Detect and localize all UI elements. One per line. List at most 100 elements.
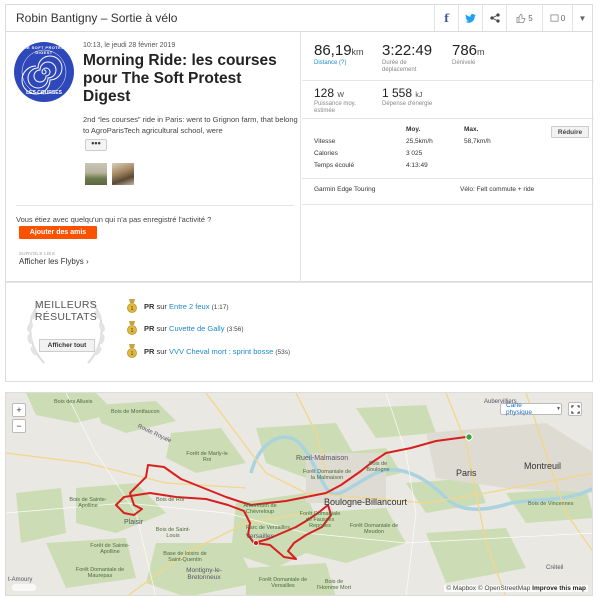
- elevation-unit: m: [477, 47, 485, 57]
- segment-time: (1:17): [211, 303, 229, 311]
- power-label: Puissance moy. estimée: [314, 101, 356, 114]
- show-flybys-link[interactable]: Afficher les Flybys ›: [19, 257, 89, 266]
- segment-time: (3:56): [226, 325, 244, 333]
- divider: [302, 80, 594, 81]
- zoom-in-button[interactable]: +: [12, 403, 26, 417]
- energy-label: Dépense d'énergie: [382, 101, 433, 107]
- stat-moving-time: 3:22:49 Durée de déplacement: [382, 42, 442, 74]
- activity-panel: THE SOFT PROTEST DIGEST LES COURSES 10:1…: [5, 32, 594, 282]
- stats-row-avg: 25,5km/h: [406, 138, 433, 145]
- comment-icon: [550, 13, 559, 22]
- badge-top-text: THE SOFT PROTEST DIGEST: [20, 45, 68, 55]
- energy-unit: kJ: [415, 92, 423, 99]
- pr-item: 1 PR sur Cuvette de Gally (3:56): [126, 321, 244, 335]
- share-button[interactable]: [482, 5, 506, 31]
- photo-thumbnail[interactable]: [85, 163, 107, 185]
- divider: [302, 178, 594, 179]
- segment-link[interactable]: Entre 2 feux: [169, 302, 209, 311]
- energy-value: 1 558: [382, 86, 413, 100]
- map-label-bois-vincennes: Bois de Vincennes: [528, 501, 574, 507]
- add-friends-button[interactable]: Ajouter des amis: [19, 226, 97, 239]
- flyby-caption: SURVOLS LIES: [19, 251, 56, 256]
- stat-distance: 86,19km Distance (?): [314, 42, 364, 67]
- map-label-bois-st-louis: Bois de Saint-Louis: [155, 527, 191, 539]
- distance-label[interactable]: Distance (?): [314, 60, 364, 67]
- map-label-bois-homme-mort: Bois de l'Homme Mort: [316, 579, 352, 591]
- activity-description: 2nd “les courses” ride in Paris: went to…: [83, 115, 298, 135]
- mapbox-attribution-link[interactable]: © Mapbox: [446, 585, 476, 592]
- power-unit: W: [337, 92, 344, 99]
- club-badge-logo: THE SOFT PROTEST DIGEST LES COURSES: [14, 42, 74, 102]
- map-label-bois-st-apolline: Bois de Sainte-Apolline: [69, 497, 107, 509]
- stat-energy: 1 558 kJ Dépense d'énergie: [382, 86, 442, 108]
- pr-label: PR: [144, 323, 155, 333]
- moving-time-label: Durée de déplacement: [382, 60, 417, 73]
- missing-friends-question: Vous étiez avec quelqu'un qui n'a pas en…: [16, 215, 212, 224]
- power-value: 128: [314, 86, 335, 100]
- stats-row-label: Calories: [314, 150, 338, 157]
- zoom-out-button[interactable]: −: [12, 419, 26, 433]
- facebook-share-button[interactable]: f: [434, 5, 458, 31]
- bike-name: Vélo: Felt commute + ride: [460, 186, 535, 193]
- fullscreen-button[interactable]: [568, 402, 582, 416]
- map-label-foret-marly: Forêt de Marly-le Roi: [186, 451, 228, 463]
- best-efforts-panel: MEILLEURS RÉSULTATS Afficher tout 1 PR s…: [5, 282, 593, 382]
- photo-thumbnail[interactable]: [112, 163, 134, 185]
- mapbox-logo: [12, 584, 36, 591]
- osm-attribution-link[interactable]: © OpenStreetMap: [478, 585, 530, 592]
- pr-label: PR: [144, 346, 155, 356]
- twitter-share-button[interactable]: [458, 5, 482, 31]
- comments-button[interactable]: 0: [542, 5, 572, 31]
- map-label-parc-versailles: Parc de Versailles: [246, 525, 291, 531]
- segment-time: (53s): [275, 348, 291, 356]
- segment-link[interactable]: Cuvette de Gally: [169, 324, 224, 333]
- activity-title[interactable]: Morning Ride: les courses pour The Soft …: [83, 52, 293, 106]
- map-type-value: Carte physique: [506, 402, 533, 416]
- collapse-stats-button[interactable]: Réduire: [551, 126, 589, 138]
- map-label-versailles: Versailles: [246, 533, 274, 540]
- map-type-select[interactable]: Carte physique ▼: [500, 402, 562, 416]
- stats-row-label: Vitesse: [314, 138, 336, 145]
- best-efforts-title: MEILLEURS RÉSULTATS: [30, 299, 102, 323]
- improve-map-link[interactable]: Improve this map: [532, 585, 586, 592]
- share-icon: [489, 13, 500, 23]
- map-label-foret-meudon: Forêt Domaniale de Meudon: [349, 523, 399, 535]
- pr-on-text: sur: [156, 323, 167, 333]
- route-end-marker: [253, 540, 259, 546]
- map-label-montreuil: Montreuil: [524, 461, 562, 471]
- pr-item: 1 PR sur Entre 2 feux (1:17): [126, 299, 229, 313]
- activity-date: 10:13, le jeudi 28 février 2019: [83, 42, 176, 49]
- device-name: Garmin Edge Touring: [314, 186, 376, 193]
- twitter-icon: [465, 13, 476, 23]
- badge-bottom-text: LES COURSES: [26, 90, 62, 96]
- plus-icon: +: [16, 405, 22, 415]
- segment-link[interactable]: VVV Cheval mort : sprint bosse: [169, 347, 273, 356]
- caret-down-icon: ▼: [556, 406, 561, 412]
- map-attribution: © Mapbox © OpenStreetMap Improve this ma…: [444, 585, 588, 592]
- stats-row-label: Temps écoulé: [314, 162, 355, 169]
- map-label-arboretum: Arboretum de Chèvreloup: [243, 503, 277, 515]
- map-label-bois-roi: Bois de Roi: [156, 497, 185, 503]
- show-all-button[interactable]: Afficher tout: [39, 339, 95, 352]
- divider: [302, 204, 594, 205]
- map-label-paris: Paris: [456, 468, 477, 478]
- more-actions-button[interactable]: ▼: [572, 5, 592, 31]
- stats-row-avg: 4:13:49: [406, 162, 428, 169]
- map-label-foret-fausses: Forêt Domaniale de Fausses Reposes: [299, 511, 341, 529]
- kudos-button[interactable]: 5: [506, 5, 542, 31]
- expand-description-button[interactable]: •••: [85, 139, 107, 151]
- map-label-rueil: Rueil-Malmaison: [296, 455, 349, 462]
- stat-elevation: 786m Dénivelé: [452, 42, 485, 67]
- route-map[interactable]: Paris Boulogne-Billancourt Montreuil Rue…: [5, 392, 593, 596]
- minus-icon: −: [16, 421, 22, 431]
- map-label-boulogne: Boulogne-Billancourt: [324, 497, 408, 507]
- caret-down-icon: ▼: [578, 13, 587, 23]
- medal-icon: 1: [127, 299, 137, 313]
- stats-row-max: 58,7km/h: [464, 138, 491, 145]
- svg-text:1: 1: [131, 351, 134, 357]
- map-label-plaisir: Plaisir: [124, 519, 144, 526]
- map-label-creteil: Créteil: [546, 565, 564, 571]
- pr-on-text: sur: [156, 346, 167, 356]
- activity-stats: 86,19km Distance (?) 3:22:49 Durée de dé…: [302, 32, 594, 282]
- map-label-bois-allueis: Bois des Allueis: [54, 399, 93, 405]
